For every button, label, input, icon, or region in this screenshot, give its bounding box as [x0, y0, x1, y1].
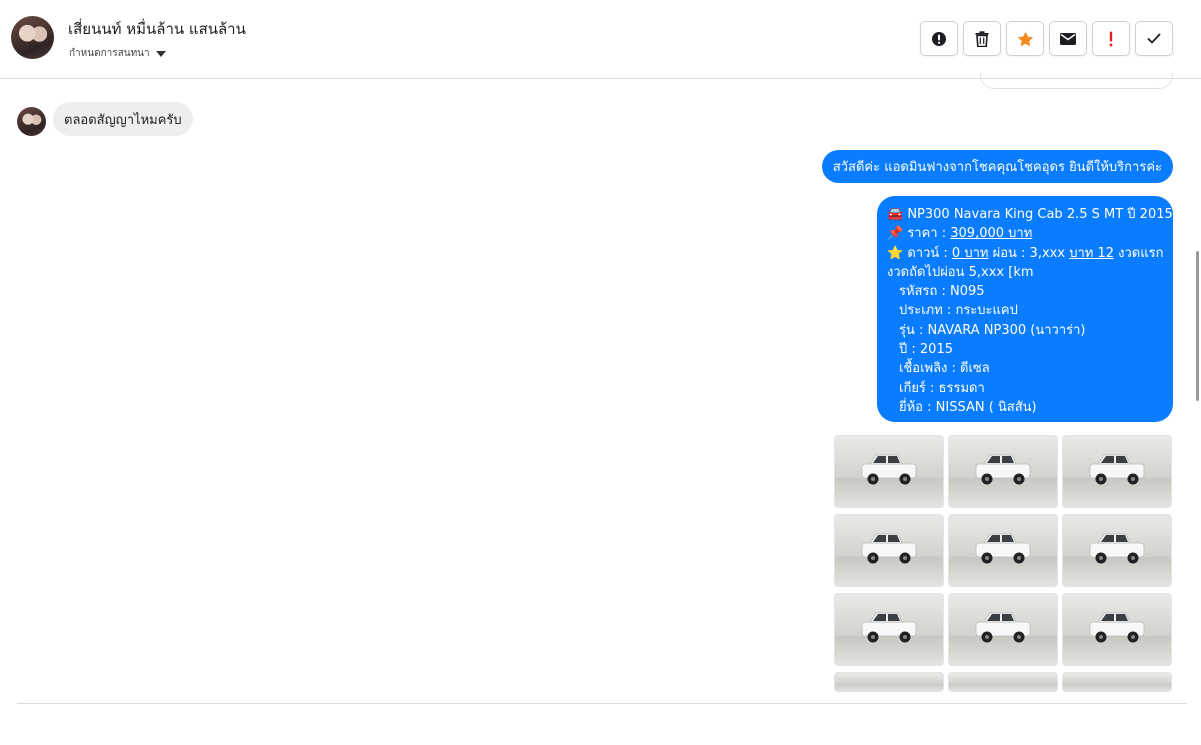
- pickup-truck-icon: [861, 454, 917, 485]
- contact-avatar[interactable]: [11, 16, 54, 59]
- car-icon: 🚘: [887, 207, 904, 222]
- check-icon: [1147, 33, 1161, 44]
- car-fuel: เชื้อเพลิง : ดีเซล: [899, 361, 990, 377]
- star-button[interactable]: [1006, 21, 1044, 56]
- car-model: รุ่น : NAVARA NP300 (นาวาร่า): [899, 322, 1086, 338]
- pickup-truck-icon: [1089, 533, 1145, 564]
- next-installment-line: งวดถัดไปผ่อน 5,xxx [km: [887, 264, 1034, 280]
- pickup-truck-icon: [861, 612, 917, 643]
- pickup-truck-icon: [975, 454, 1031, 485]
- incoming-message[interactable]: ตลอดสัญญาไหมครับ: [53, 102, 193, 136]
- car-photo[interactable]: [1062, 593, 1172, 666]
- outgoing-greeting-message[interactable]: สวัสดีค่ะ แอดมินฟางจากโชคคุณโชคอุดร ยินด…: [821, 150, 1173, 183]
- pickup-truck-icon: [1089, 612, 1145, 643]
- car-photo-grid: [834, 435, 1172, 745]
- car-year: ปี : 2015: [899, 342, 953, 358]
- car-brand: ยี่ห้อ : NISSAN ( นิสสัน): [899, 399, 1037, 415]
- car-photo[interactable]: [1062, 514, 1172, 587]
- installment-link[interactable]: บาท 12: [1069, 246, 1114, 261]
- pickup-truck-icon: [861, 533, 917, 564]
- pickup-truck-icon: [975, 533, 1031, 564]
- previous-message-edge: [980, 73, 1173, 89]
- car-photo[interactable]: [948, 672, 1058, 692]
- car-photo[interactable]: [834, 435, 944, 508]
- car-photo[interactable]: [948, 593, 1058, 666]
- car-model-line: 🚘 NP300 Navara King Cab 2.5 S MT ปี 2015: [887, 207, 1173, 222]
- pickup-truck-icon: [975, 612, 1031, 643]
- conversation-settings-label: กำหนดการสนทนา: [69, 48, 150, 59]
- conversation-settings-dropdown[interactable]: กำหนดการสนทนา: [69, 46, 166, 61]
- message-thread[interactable]: ตลอดสัญญาไหมครับ สวัสดีค่ะ แอดมินฟางจากโ…: [0, 73, 1201, 705]
- exclamation-circle-icon: [932, 31, 946, 46]
- conversation-header: เสี่ยนนท์ หมื่นล้าน แสนล้าน กำหนดการสนทน…: [0, 0, 1201, 79]
- car-photo[interactable]: [834, 514, 944, 587]
- down-payment-line: ⭐ ดาวน์ : 0 บาท ผ่อน : 3,xxx บาท 12 งวดแ…: [887, 245, 1164, 261]
- mark-unread-button[interactable]: [1049, 21, 1087, 56]
- down-payment-link[interactable]: 0 บาท: [952, 246, 989, 261]
- car-photo[interactable]: [834, 593, 944, 666]
- car-photo[interactable]: [1062, 435, 1172, 508]
- price-link[interactable]: 309,000 บาท: [950, 226, 1032, 241]
- car-photo[interactable]: [1062, 672, 1172, 692]
- sender-avatar[interactable]: [17, 107, 46, 136]
- car-code: รหัสรถ : N095: [899, 284, 985, 300]
- car-type: ประเภท : กระบะแคป: [899, 303, 1018, 319]
- trash-icon: [975, 30, 989, 47]
- car-gear: เกียร์ : ธรรมดา: [899, 380, 985, 396]
- composer-divider: [17, 703, 1187, 704]
- caret-down-icon: [155, 50, 166, 57]
- spam-alert-button[interactable]: [920, 21, 958, 56]
- price-line: 📌 ราคา : 309,000 บาท: [887, 226, 1033, 242]
- mark-done-button[interactable]: [1135, 21, 1173, 56]
- contact-name[interactable]: เสี่ยนนท์ หมื่นล้าน แสนล้าน: [68, 17, 246, 41]
- pickup-truck-icon: [1089, 454, 1145, 485]
- envelope-icon: [1060, 32, 1076, 45]
- important-button[interactable]: [1092, 21, 1130, 56]
- exclamation-icon: [1109, 31, 1113, 46]
- car-photo[interactable]: [834, 672, 944, 692]
- star-icon: [1017, 31, 1033, 46]
- car-photo[interactable]: [948, 435, 1058, 508]
- delete-button[interactable]: [963, 21, 1001, 56]
- car-listing-message[interactable]: 🚘 NP300 Navara King Cab 2.5 S MT ปี 2015…: [877, 196, 1173, 422]
- car-photo[interactable]: [948, 514, 1058, 587]
- thread-scrollbar[interactable]: [1196, 251, 1199, 401]
- star-emoji-icon: ⭐: [887, 245, 904, 261]
- pin-icon: 📌: [887, 226, 904, 242]
